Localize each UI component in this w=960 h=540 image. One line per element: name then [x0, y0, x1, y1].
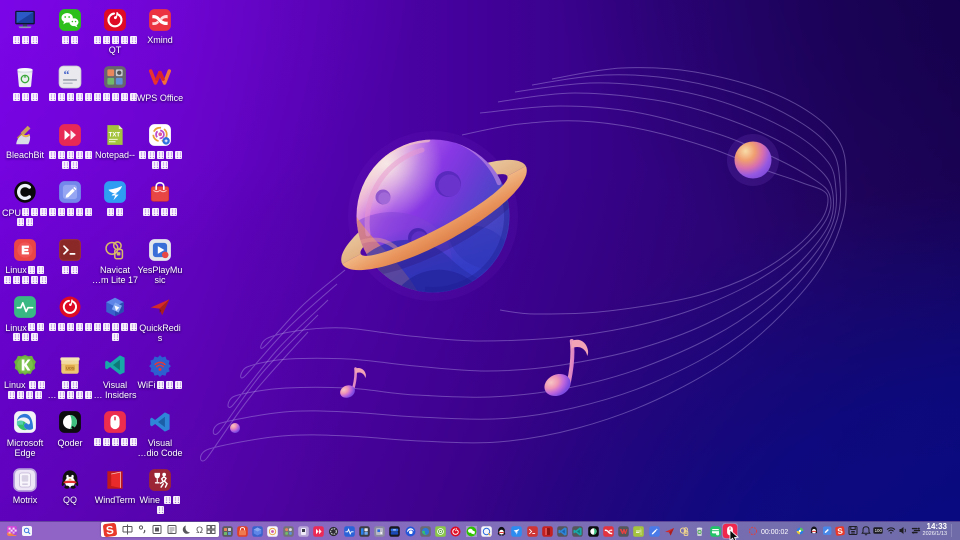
svg-text:“: “ — [63, 67, 69, 81]
svg-text:TXT: TXT — [109, 132, 121, 138]
svg-text:00:00:02: 00:00:02 — [761, 529, 788, 536]
svg-text:100: 100 — [875, 528, 883, 533]
svg-text:Ω: Ω — [196, 525, 203, 536]
svg-text:UOS: UOS — [66, 365, 75, 370]
